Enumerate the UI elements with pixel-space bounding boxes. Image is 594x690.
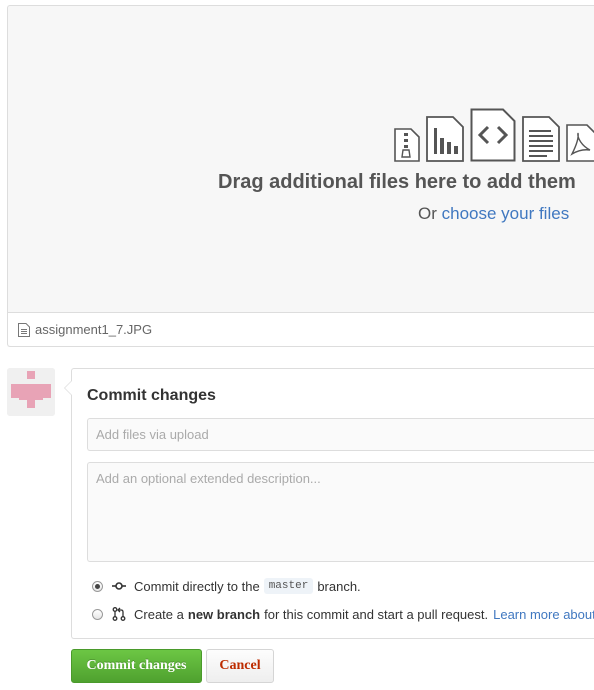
new-branch-prefix: Create a — [134, 606, 184, 622]
file-type-icons — [394, 108, 594, 162]
drop-zone-subtitle: Or choose your files — [418, 204, 569, 224]
pdf-file-icon — [566, 124, 594, 162]
branch-name-badge: master — [263, 578, 314, 594]
uploaded-file-row: assignment1_7.JPG — [8, 312, 594, 346]
identicon-icon — [7, 368, 55, 416]
git-commit-icon — [112, 582, 126, 590]
drop-zone-or-text: Or — [418, 204, 437, 223]
commit-direct-option[interactable]: Commit directly to the master branch. — [92, 576, 361, 596]
commit-description-input[interactable] — [87, 462, 594, 562]
file-icon — [18, 322, 30, 337]
commit-changes-button[interactable]: Commit changes — [71, 649, 202, 683]
new-branch-suffix: for this commit and start a pull request… — [264, 606, 489, 622]
learn-more-link[interactable]: Learn more about — [493, 607, 594, 622]
commit-summary-input[interactable] — [87, 418, 594, 451]
uploaded-file-name: assignment1_7.JPG — [35, 322, 153, 337]
commit-form: Commit changes Commit directly to the ma… — [64, 368, 594, 639]
drop-zone-title: Drag additional files here to add them — [218, 171, 576, 193]
file-drop-zone[interactable]: Drag additional files here to add them O… — [7, 5, 594, 347]
commit-direct-radio[interactable] — [92, 580, 103, 592]
commit-direct-suffix: branch. — [317, 578, 361, 594]
chart-file-icon — [426, 116, 464, 162]
new-branch-bold-text: new branch — [187, 606, 261, 622]
new-branch-radio[interactable] — [92, 608, 103, 620]
commit-direct-label: Commit directly to the — [134, 578, 260, 594]
text-file-icon — [522, 116, 560, 162]
avatar[interactable] — [7, 368, 55, 416]
commit-form-title: Commit changes — [87, 387, 216, 404]
zip-file-icon — [394, 128, 420, 162]
choose-files-link[interactable]: choose your files — [442, 204, 570, 223]
cancel-button[interactable]: Cancel — [206, 649, 274, 683]
new-branch-option[interactable]: Create a new branch for this commit and … — [92, 604, 594, 624]
code-file-icon — [470, 108, 516, 162]
git-pull-request-icon — [112, 607, 126, 621]
